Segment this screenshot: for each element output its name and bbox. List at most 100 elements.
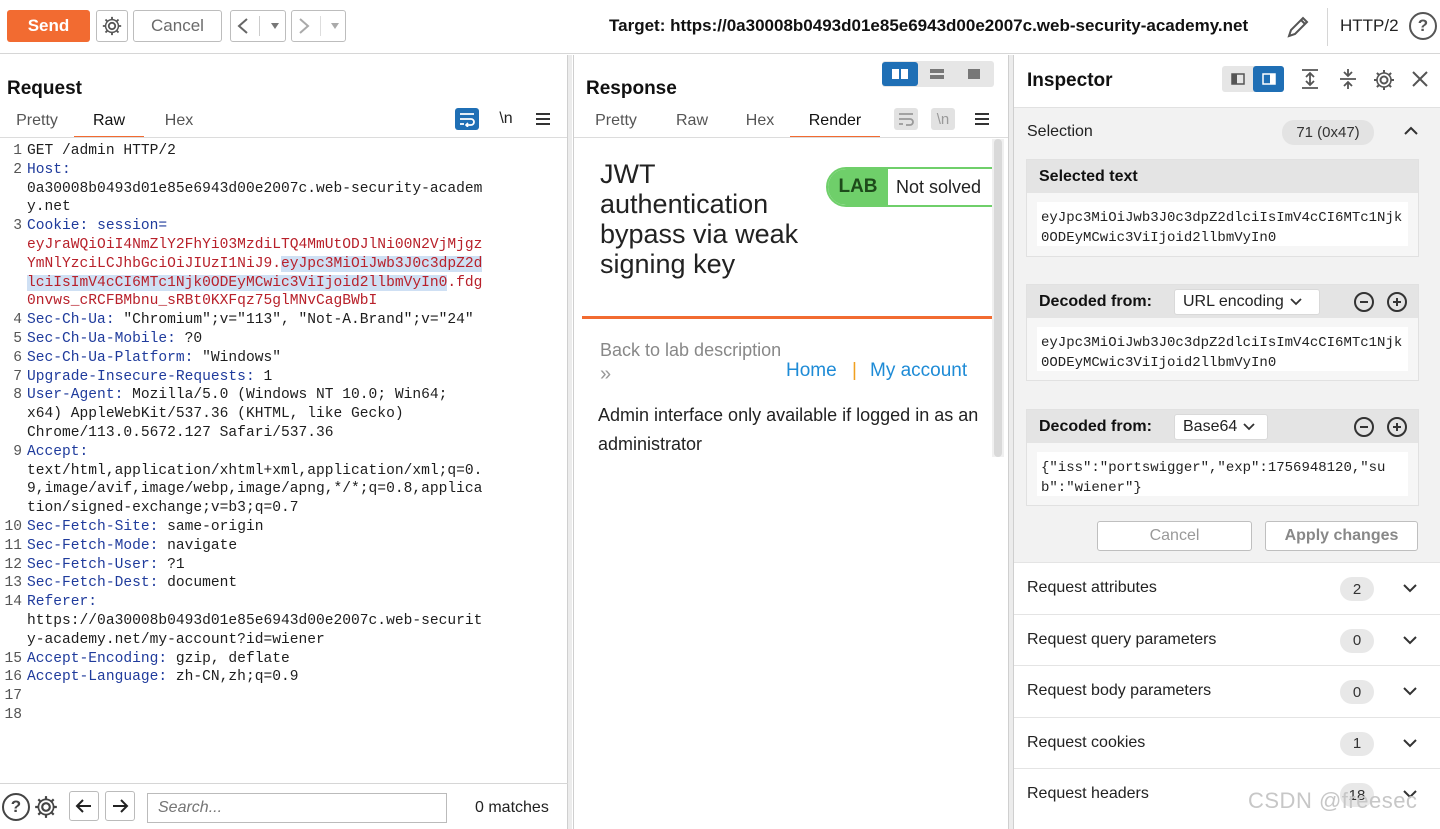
tab-pretty[interactable]: Pretty (0, 109, 74, 138)
request-editor[interactable]: 1 2 3 4 5 6 7 8 9 10 11 12 13 14 15 16 17 18 GET /admin H… (0, 143, 568, 783)
tab-hex[interactable]: Hex (730, 109, 790, 138)
show-newlines-button[interactable]: \n (931, 108, 955, 130)
inspector-dock-right-button[interactable] (1253, 66, 1284, 92)
my-account-link[interactable]: My account (870, 360, 967, 382)
cancel-changes-button[interactable]: Cancel (1097, 521, 1252, 551)
back-to-lab-link[interactable]: Back to lab description (600, 340, 781, 361)
tabs-underline (0, 137, 567, 138)
selected-text-label: Selected text (1027, 160, 1418, 193)
show-newlines-button[interactable]: \n (493, 108, 519, 130)
add-decoding-button[interactable] (1387, 292, 1407, 312)
caret-down-icon (271, 23, 280, 29)
send-button[interactable]: Send (7, 10, 90, 42)
line-number: 18 (4, 707, 22, 723)
remove-decoding-button[interactable] (1354, 417, 1374, 437)
tab-render[interactable]: Render (790, 109, 880, 138)
inspector-row-label: Request headers (1027, 785, 1149, 802)
remove-decoding-button[interactable] (1354, 292, 1374, 312)
back-history-button[interactable] (230, 10, 286, 42)
columns-icon (892, 69, 908, 79)
render-scrollbar[interactable] (992, 139, 1004, 457)
code-line: GET /admin HTTP/2 (27, 143, 176, 159)
help-icon[interactable]: ? (1409, 12, 1437, 40)
code-line: Accept-Language: zh-CN,zh;q=0.9 (27, 669, 299, 686)
cookie-value: eyJraWQiOiI4NmZlY2FhYi03MzdiLTQ4MmUtODJl… (27, 237, 483, 253)
close-inspector-button[interactable] (1408, 67, 1432, 91)
inspector-row[interactable]: Request attributes 2 (1014, 562, 1440, 613)
wrap-icon (899, 113, 914, 126)
tab-raw[interactable]: Raw (74, 109, 144, 138)
gear-icon (1374, 70, 1394, 90)
cancel-button[interactable]: Cancel (133, 10, 222, 42)
add-decoding-button[interactable] (1387, 417, 1407, 437)
response-panel: Response Pretty Raw Hex Render \n JWT au… (573, 55, 1009, 829)
decoding-type-select[interactable]: Base64 (1174, 414, 1268, 440)
word-wrap-button[interactable] (455, 108, 479, 130)
split-vertical-button[interactable] (918, 62, 956, 86)
tab-hex[interactable]: Hex (144, 109, 214, 138)
panel-left-icon (1230, 73, 1245, 85)
help-icon[interactable]: ? (2, 793, 30, 821)
apply-changes-button[interactable]: Apply changes (1265, 521, 1418, 551)
tab-pretty[interactable]: Pretty (578, 109, 654, 138)
chevron-down-icon (1243, 423, 1255, 431)
request-tabs: Pretty Raw Hex (0, 109, 214, 138)
line-number: 12 (4, 556, 22, 573)
next-match-button[interactable] (105, 791, 135, 821)
previous-match-button[interactable] (69, 791, 99, 821)
selected-text-value[interactable]: eyJpc3MiOiJwb3J0c3dpZ2dlciIsImV4cCI6MTc1… (1037, 202, 1408, 246)
inspector-row[interactable]: Request cookies 1 (1014, 716, 1440, 768)
decoded-base64-box: Decoded from: Base64 {"iss":"portswigger… (1026, 409, 1419, 506)
collapse-all-button[interactable] (1336, 67, 1360, 91)
cookie-value: YmNlYzciLCJhbGciOiJIUzI1NiJ9.eyJpc3MiOiJ… (27, 255, 483, 272)
tab-raw[interactable]: Raw (654, 109, 730, 138)
inspector-dock-left-button[interactable] (1222, 66, 1253, 92)
selection-section: Selection 71 (0x47) Selected text eyJpc3… (1014, 107, 1440, 563)
home-link[interactable]: Home (786, 360, 837, 382)
word-wrap-button[interactable] (894, 108, 918, 130)
single-panel-button[interactable] (956, 62, 992, 86)
request-menu-button[interactable] (532, 108, 554, 130)
rendered-page: JWT authentication bypass via weak signi… (578, 139, 992, 457)
tabs-underline (574, 137, 1008, 138)
inspector-row[interactable]: Request body parameters 0 (1014, 665, 1440, 716)
arrow-right-icon (113, 799, 129, 813)
expand-all-button[interactable] (1298, 67, 1322, 91)
search-input[interactable] (147, 793, 447, 823)
wrap-icon (460, 113, 475, 127)
code-line: Sec-Fetch-Site: same-origin (27, 519, 264, 535)
code-line: Host: (27, 161, 71, 178)
decoded-base64-value[interactable]: {"iss":"portswigger","exp":1756948120,"s… (1037, 452, 1408, 496)
response-menu-button[interactable] (971, 108, 993, 130)
decoded-url-value[interactable]: eyJpc3MiOiJwb3J0c3dpZ2dlciIsImV4cCI6MTc1… (1037, 327, 1408, 371)
search-settings-button[interactable] (32, 793, 60, 821)
expand-icon (1302, 69, 1318, 89)
code-line: Upgrade-Insecure-Requests: 1 (27, 368, 273, 385)
chevron-down-icon (1403, 584, 1417, 593)
settings-button[interactable] (96, 10, 128, 42)
inspector-row[interactable]: Request query parameters 0 (1014, 613, 1440, 665)
toolbar-divider (1327, 8, 1328, 46)
layout-toggle (882, 61, 994, 87)
code-line: x64) AppleWebKit/537.36 (KHTML, like Gec… (27, 406, 404, 423)
inspector-row-count: 0 (1340, 680, 1374, 704)
line-number: 14 (4, 594, 22, 611)
inspector-settings-button[interactable] (1371, 67, 1397, 93)
lab-status-badge: LAB Not solved (826, 167, 992, 207)
panel-splitter[interactable] (568, 55, 572, 829)
menu-icon (975, 113, 989, 125)
split-horizontal-button[interactable] (882, 62, 918, 86)
nav-separator: | (852, 360, 857, 381)
decoding-type-select[interactable]: URL encoding (1174, 289, 1320, 315)
inspector-panel: Inspector Selection 71 (0x47) Selected t… (1013, 55, 1440, 829)
edit-target-button[interactable] (1283, 12, 1313, 42)
forward-history-button[interactable] (291, 10, 346, 42)
target-url: Target: https://0a30008b0493d01e85e6943d… (609, 16, 1249, 35)
code-line: Sec-Ch-Ua: "Chromium";v="113", "Not-A.Br… (27, 312, 474, 329)
collapse-selection-button[interactable] (1402, 120, 1420, 142)
code-line: Sec-Ch-Ua-Platform: "Windows" (27, 349, 281, 366)
code-line: y-academy.net/my-account?id=wiener (27, 631, 325, 648)
inspector-row-count: 0 (1340, 628, 1374, 653)
line-number: 17 (4, 688, 22, 705)
http-version-toggle[interactable]: HTTP/2 (1340, 16, 1399, 36)
